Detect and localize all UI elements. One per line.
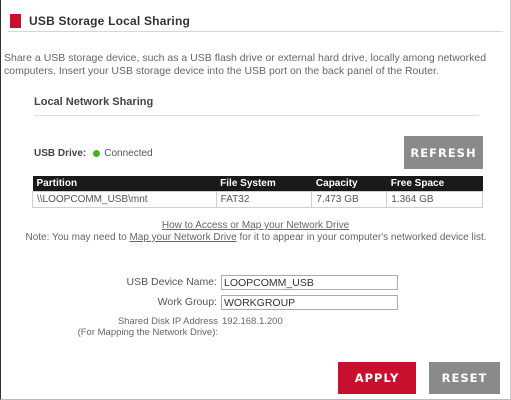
note-text: Note: You may need to Map your Network D… <box>4 232 508 244</box>
device-name-input[interactable] <box>221 275 398 290</box>
usb-drive-label: USB Drive: <box>34 148 87 159</box>
section-marker-icon <box>10 13 21 28</box>
table-header-row: Partition File System Capacity Free Spac… <box>32 176 483 192</box>
note-prefix: Note: You may need to <box>25 232 130 243</box>
refresh-button[interactable]: REFRESH <box>404 136 483 169</box>
access-link-line: How to Access or Map your Network Drive <box>0 220 511 231</box>
ip-address-value: 192.168.1.200 <box>222 316 283 327</box>
ip-label-line-1: Shared Disk IP Address <box>117 316 218 327</box>
intro-text: Share a USB storage device, such as a US… <box>4 52 487 77</box>
device-name-label: USB Device Name: <box>126 276 217 288</box>
reset-button[interactable]: RESET <box>429 362 500 394</box>
local-sharing-heading: Local Network Sharing <box>34 96 479 116</box>
cell-free-space: 1.364 GB <box>386 191 483 208</box>
table-row: \\LOOPCOMM_USB\mnt FAT32 7.473 GB 1.364 … <box>32 191 483 208</box>
access-network-drive-link[interactable]: How to Access or Map your Network Drive <box>162 220 349 231</box>
work-group-input[interactable] <box>221 295 398 310</box>
column-header-file-system: File System <box>216 176 312 192</box>
usb-drive-status: USB Drive: Connected <box>34 148 153 159</box>
usb-status-text: Connected <box>104 148 153 159</box>
cell-capacity: 7.473 GB <box>311 191 388 208</box>
column-header-partition: Partition <box>32 176 217 192</box>
partition-table: Partition File System Capacity Free Spac… <box>32 176 483 208</box>
column-header-free-space: Free Space <box>386 176 483 192</box>
work-group-label: Work Group: <box>157 296 217 308</box>
map-network-drive-link[interactable]: Map your Network Drive <box>129 232 236 243</box>
column-header-capacity: Capacity <box>311 176 387 192</box>
note-suffix: for it to appear in your computer's netw… <box>236 232 487 243</box>
cell-partition: \\LOOPCOMM_USB\mnt <box>32 191 217 208</box>
page-title: USB Storage Local Sharing <box>29 13 191 28</box>
ip-label-line-2: (For Mapping the Network Drive): <box>77 327 218 338</box>
ip-address-label: Shared Disk IP Address (For Mapping the … <box>40 316 218 338</box>
connected-status-icon <box>93 150 101 157</box>
section-header: USB Storage Local Sharing <box>8 10 503 32</box>
apply-button[interactable]: APPLY <box>338 362 416 394</box>
cell-file-system: FAT32 <box>215 191 313 208</box>
